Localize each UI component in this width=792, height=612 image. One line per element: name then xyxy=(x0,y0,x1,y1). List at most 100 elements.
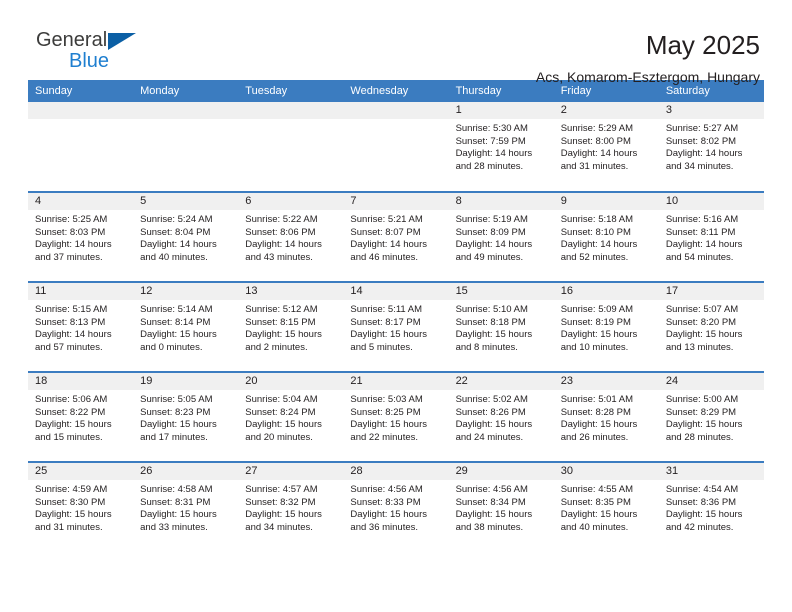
day-details: Sunrise: 5:01 AM Sunset: 8:28 PM Daylight:… xyxy=(554,390,659,444)
calendar-day-cell[interactable]: 11 Sunrise: 5:15 AM Sunset: 8:13 PM Dayligh… xyxy=(28,281,134,372)
calendar-day-cell[interactable]: 30 Sunrise: 4:55 AM Sunset: 8:35 PM Dayligh… xyxy=(553,461,659,552)
calendar-day-cell[interactable]: 5 Sunrise: 5:24 AM Sunset: 8:04 PM Daylight… xyxy=(133,191,239,282)
weekday-header-wednesday: Wednesday xyxy=(343,80,449,102)
sunrise-text: Sunrise: 5:07 AM xyxy=(665,304,739,315)
sunset-text: Sunset: 8:22 PM xyxy=(35,406,106,418)
sunset-text: Sunset: 8:11 PM xyxy=(665,226,736,238)
day-number: 4 xyxy=(28,193,134,210)
day-number: 2 xyxy=(553,102,659,119)
sunset-text: Sunset: 8:03 PM xyxy=(35,226,106,238)
sunrise-text: Sunrise: 5:09 AM xyxy=(560,304,634,315)
calendar-day-cell[interactable]: 6 Sunrise: 5:22 AM Sunset: 8:06 PM Daylight… xyxy=(238,191,344,282)
sunrise-text: Sunrise: 4:56 AM xyxy=(455,484,528,495)
calendar-day-cell[interactable]: 4 Sunrise: 5:25 AM Sunset: 8:03 PM Daylight… xyxy=(28,191,134,282)
day-cell-inner: 20 Sunrise: 5:04 AM Sunset: 8:24 PM Dayligh… xyxy=(238,373,344,461)
sunrise-text: Sunrise: 5:04 AM xyxy=(245,394,318,405)
calendar-day-cell[interactable]: 18 Sunrise: 5:06 AM Sunset: 8:22 PM Dayligh… xyxy=(28,371,134,462)
sunset-text: Sunset: 8:09 PM xyxy=(455,226,526,238)
sunrise-text: Sunrise: 5:21 AM xyxy=(350,214,423,225)
calendar-day-cell[interactable]: 20 Sunrise: 5:04 AM Sunset: 8:24 PM Dayligh… xyxy=(238,371,344,462)
day-details: Sunrise: 5:04 AM Sunset: 8:24 PM Daylight:… xyxy=(238,390,343,444)
day-details: Sunrise: 5:24 AM Sunset: 8:04 PM Daylight:… xyxy=(133,210,238,264)
day-details: Sunrise: 4:58 AM Sunset: 8:31 PM Daylight:… xyxy=(133,480,238,534)
sunset-text: Sunset: 8:19 PM xyxy=(560,316,631,328)
calendar-day-cell[interactable]: 17 Sunrise: 5:07 AM Sunset: 8:20 PM Dayligh… xyxy=(658,281,764,372)
calendar-day-cell[interactable]: 19 Sunrise: 5:05 AM Sunset: 8:23 PM Dayligh… xyxy=(133,371,239,462)
calendar-day-cell[interactable]: 22 Sunrise: 5:02 AM Sunset: 8:26 PM Dayligh… xyxy=(448,371,554,462)
day-cell-inner: 16 Sunrise: 5:09 AM Sunset: 8:19 PM Dayligh… xyxy=(553,283,659,371)
calendar-day-cell[interactable]: 16 Sunrise: 5:09 AM Sunset: 8:19 PM Dayligh… xyxy=(553,281,659,372)
calendar-day-cell[interactable]: 31 Sunrise: 4:54 AM Sunset: 8:36 PM Dayligh… xyxy=(658,461,764,552)
calendar-day-cell[interactable]: 25 Sunrise: 4:59 AM Sunset: 8:30 PM Dayligh… xyxy=(28,461,134,552)
calendar-day-cell[interactable]: 26 Sunrise: 4:58 AM Sunset: 8:31 PM Dayligh… xyxy=(133,461,239,552)
day-number xyxy=(28,102,134,119)
day-cell-inner: 3 Sunrise: 5:27 AM Sunset: 8:02 PM Daylight… xyxy=(658,102,764,191)
sunset-text: Sunset: 8:07 PM xyxy=(350,226,421,238)
daylight-text: Daylight: 15 hours and 13 minutes. xyxy=(665,329,743,353)
day-number: 12 xyxy=(133,283,239,300)
calendar-day-cell[interactable]: 2 Sunrise: 5:29 AM Sunset: 8:00 PM Daylight… xyxy=(553,102,659,192)
day-details: Sunrise: 5:14 AM Sunset: 8:14 PM Daylight:… xyxy=(133,300,238,354)
day-cell-inner xyxy=(133,102,239,191)
daylight-text: Daylight: 14 hours and 43 minutes. xyxy=(245,239,322,263)
day-number: 11 xyxy=(28,283,134,300)
sunrise-text: Sunrise: 5:15 AM xyxy=(35,304,108,315)
sunrise-text: Sunrise: 5:25 AM xyxy=(35,214,108,225)
day-cell-inner: 17 Sunrise: 5:07 AM Sunset: 8:20 PM Dayligh… xyxy=(658,283,764,371)
daylight-text: Daylight: 15 hours and 40 minutes. xyxy=(560,509,638,533)
sunset-text: Sunset: 8:33 PM xyxy=(350,496,421,508)
calendar-day-cell[interactable]: 21 Sunrise: 5:03 AM Sunset: 8:25 PM Dayligh… xyxy=(343,371,449,462)
calendar-day-cell[interactable]: 14 Sunrise: 5:11 AM Sunset: 8:17 PM Dayligh… xyxy=(343,281,449,372)
sunrise-text: Sunrise: 5:16 AM xyxy=(665,214,739,225)
day-details: Sunrise: 4:56 AM Sunset: 8:33 PM Daylight:… xyxy=(343,480,448,534)
daylight-text: Daylight: 15 hours and 36 minutes. xyxy=(350,509,427,533)
calendar-day-cell[interactable]: 13 Sunrise: 5:12 AM Sunset: 8:15 PM Dayligh… xyxy=(238,281,344,372)
calendar-day-cell[interactable]: 10 Sunrise: 5:16 AM Sunset: 8:11 PM Dayligh… xyxy=(658,191,764,282)
day-number: 26 xyxy=(133,463,239,480)
day-cell-inner: 8 Sunrise: 5:19 AM Sunset: 8:09 PM Daylight… xyxy=(448,193,554,281)
calendar-day-cell[interactable]: 7 Sunrise: 5:21 AM Sunset: 8:07 PM Daylight… xyxy=(343,191,449,282)
day-number: 1 xyxy=(448,102,554,119)
general-blue-logo[interactable]: General Blue xyxy=(36,30,156,76)
calendar-day-cell[interactable]: 1 Sunrise: 5:30 AM Sunset: 7:59 PM Daylight… xyxy=(448,102,554,192)
day-details: Sunrise: 5:03 AM Sunset: 8:25 PM Daylight:… xyxy=(343,390,448,444)
day-cell-inner: 14 Sunrise: 5:11 AM Sunset: 8:17 PM Dayligh… xyxy=(343,283,449,371)
day-cell-inner xyxy=(238,102,344,191)
sunset-text: Sunset: 8:36 PM xyxy=(665,496,737,508)
day-number: 25 xyxy=(28,463,134,480)
day-details: Sunrise: 5:21 AM Sunset: 8:07 PM Daylight:… xyxy=(343,210,448,264)
calendar-day-cell[interactable]: 29 Sunrise: 4:56 AM Sunset: 8:34 PM Dayligh… xyxy=(448,461,554,552)
calendar-day-cell-empty xyxy=(238,102,344,192)
day-details: Sunrise: 5:22 AM Sunset: 8:06 PM Daylight:… xyxy=(238,210,343,264)
day-details: Sunrise: 5:25 AM Sunset: 8:03 PM Daylight:… xyxy=(28,210,133,264)
calendar-day-cell[interactable]: 28 Sunrise: 4:56 AM Sunset: 8:33 PM Dayligh… xyxy=(343,461,449,552)
day-number: 13 xyxy=(238,283,344,300)
calendar-day-cell[interactable]: 8 Sunrise: 5:19 AM Sunset: 8:09 PM Daylight… xyxy=(448,191,554,282)
day-cell-inner: 21 Sunrise: 5:03 AM Sunset: 8:25 PM Dayligh… xyxy=(343,373,449,461)
calendar-day-cell[interactable]: 15 Sunrise: 5:10 AM Sunset: 8:18 PM Dayligh… xyxy=(448,281,554,372)
daylight-text: Daylight: 15 hours and 33 minutes. xyxy=(140,509,217,533)
day-details: Sunrise: 5:09 AM Sunset: 8:19 PM Daylight:… xyxy=(554,300,659,354)
calendar-day-cell[interactable]: 23 Sunrise: 5:01 AM Sunset: 8:28 PM Dayligh… xyxy=(553,371,659,462)
sunrise-text: Sunrise: 5:27 AM xyxy=(665,123,739,134)
page-subtitle: Acs, Komarom-Esztergom, Hungary xyxy=(535,69,760,85)
sunset-text: Sunset: 8:31 PM xyxy=(140,496,211,508)
sunset-text: Sunset: 8:06 PM xyxy=(245,226,316,238)
calendar-day-cell[interactable]: 27 Sunrise: 4:57 AM Sunset: 8:32 PM Dayligh… xyxy=(238,461,344,552)
daylight-text: Daylight: 15 hours and 28 minutes. xyxy=(665,419,743,443)
daylight-text: Daylight: 14 hours and 28 minutes. xyxy=(455,148,533,172)
calendar-day-cell-empty xyxy=(28,102,134,192)
day-number: 10 xyxy=(658,193,764,210)
sunrise-text: Sunrise: 5:12 AM xyxy=(245,304,318,315)
day-number: 9 xyxy=(553,193,659,210)
sunset-text: Sunset: 8:20 PM xyxy=(665,316,737,328)
calendar-day-cell[interactable]: 3 Sunrise: 5:27 AM Sunset: 8:02 PM Daylight… xyxy=(658,102,764,192)
day-number: 7 xyxy=(343,193,449,210)
day-cell-inner: 19 Sunrise: 5:05 AM Sunset: 8:23 PM Dayligh… xyxy=(133,373,239,461)
sunset-text: Sunset: 8:02 PM xyxy=(665,135,737,147)
daylight-text: Daylight: 15 hours and 2 minutes. xyxy=(245,329,322,353)
calendar-day-cell[interactable]: 9 Sunrise: 5:18 AM Sunset: 8:10 PM Daylight… xyxy=(553,191,659,282)
day-cell-inner: 12 Sunrise: 5:14 AM Sunset: 8:14 PM Dayligh… xyxy=(133,283,239,371)
calendar-day-cell[interactable]: 24 Sunrise: 5:00 AM Sunset: 8:29 PM Dayligh… xyxy=(658,371,764,462)
calendar-day-cell[interactable]: 12 Sunrise: 5:14 AM Sunset: 8:14 PM Dayligh… xyxy=(133,281,239,372)
